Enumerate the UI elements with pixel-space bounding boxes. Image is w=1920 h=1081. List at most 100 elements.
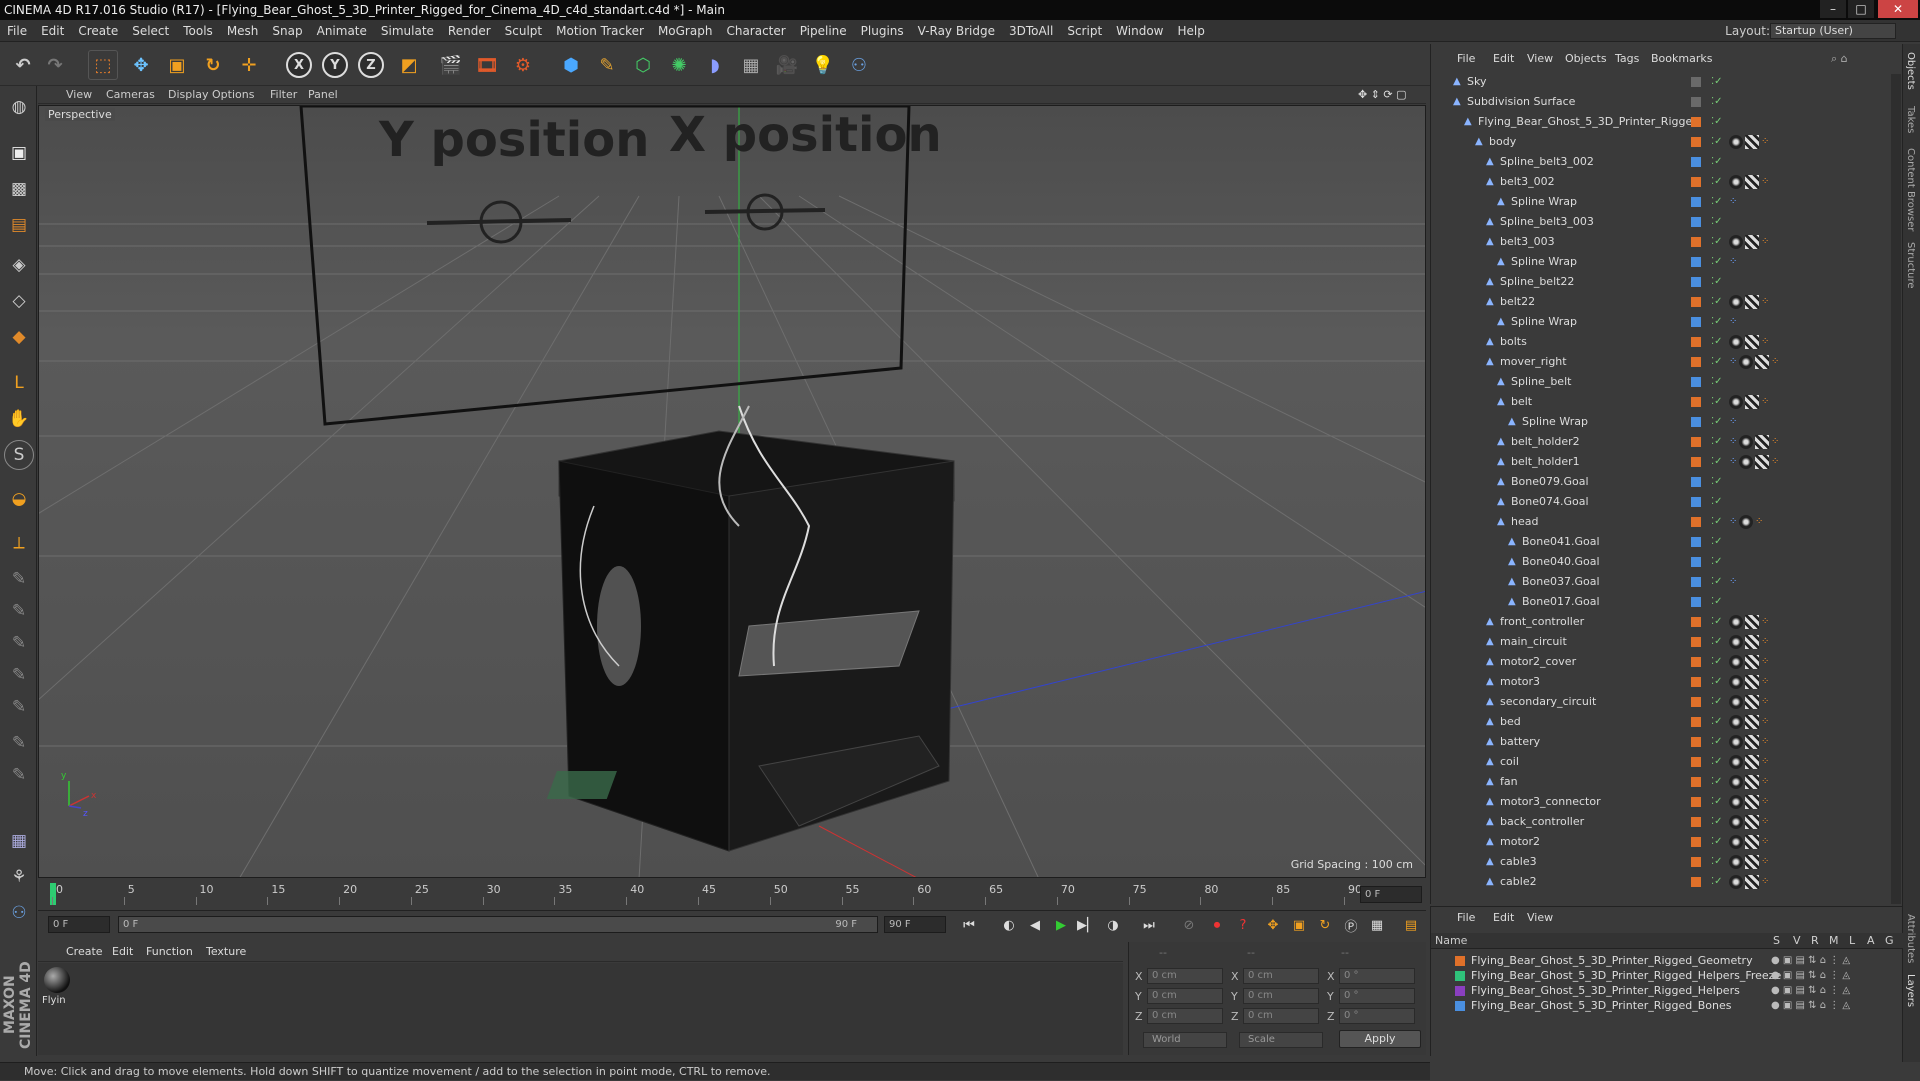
object-name[interactable]: Spline Wrap bbox=[1522, 412, 1588, 432]
selection-tag-icon[interactable] bbox=[1745, 835, 1759, 849]
redo-icon[interactable]: ↷ bbox=[40, 50, 70, 80]
selection-tag-icon[interactable] bbox=[1745, 235, 1759, 249]
object-row[interactable]: ▲ belt3_002 ⁚✓ ⁘ bbox=[1431, 172, 1891, 192]
pose-tag-icon[interactable]: ⁘ bbox=[1729, 457, 1739, 467]
undo-icon[interactable]: ↶ bbox=[8, 50, 38, 80]
sculpt-icon[interactable]: ⚘ bbox=[4, 862, 34, 892]
object-row[interactable]: ▲ Bone037.Goal ⁚✓ ⁘ bbox=[1431, 572, 1891, 592]
layer-color-swatch[interactable] bbox=[1691, 477, 1701, 487]
tab-attributes[interactable]: Attributes bbox=[1905, 914, 1916, 963]
pose-tag-icon[interactable]: ⁘ bbox=[1729, 357, 1739, 367]
object-row[interactable]: ▲ Spline_belt3_003 ⁚✓ bbox=[1431, 212, 1891, 232]
visibility-check-icon[interactable]: ⁚✓ bbox=[1711, 552, 1723, 572]
object-name[interactable]: Spline_belt3_002 bbox=[1500, 152, 1594, 172]
brush-icon-2[interactable]: ✎ bbox=[4, 596, 34, 626]
layer-color-swatch[interactable] bbox=[1691, 797, 1701, 807]
axis-mode-icon[interactable]: L bbox=[4, 368, 34, 398]
layer-color-swatch[interactable] bbox=[1691, 357, 1701, 367]
viewport-menu-options[interactable]: Options bbox=[212, 86, 254, 104]
size-z-field[interactable]: 0 cm bbox=[1243, 1008, 1319, 1024]
texture-tag-icon[interactable] bbox=[1729, 295, 1743, 309]
coordinate-system-icon[interactable]: ◩ bbox=[394, 50, 424, 80]
obj-menu-bookmarks[interactable]: Bookmarks bbox=[1651, 50, 1712, 68]
object-name[interactable]: belt3_003 bbox=[1500, 232, 1555, 252]
ik-tag-icon[interactable]: ⁘ bbox=[1761, 297, 1771, 307]
layer-row[interactable]: Flying_Bear_Ghost_5_3D_Printer_Rigged_Ge… bbox=[1431, 953, 1903, 968]
selection-tag-icon[interactable] bbox=[1745, 815, 1759, 829]
object-name[interactable]: bolts bbox=[1500, 332, 1527, 352]
pos-z-field[interactable]: 0 cm bbox=[1147, 1008, 1223, 1024]
object-name[interactable]: Spline_belt bbox=[1511, 372, 1571, 392]
visibility-check-icon[interactable]: ⁚✓ bbox=[1711, 792, 1723, 812]
object-name[interactable]: belt_holder1 bbox=[1511, 452, 1580, 472]
object-row[interactable]: ▲ belt_holder2 ⁚✓ ⁘ ⁘ bbox=[1431, 432, 1891, 452]
visibility-check-icon[interactable]: ⁚✓ bbox=[1711, 532, 1723, 552]
ik-tag-icon[interactable]: ⁘ bbox=[1761, 677, 1771, 687]
visibility-check-icon[interactable]: ⁚✓ bbox=[1711, 772, 1723, 792]
layer-name[interactable]: Flying_Bear_Ghost_5_3D_Printer_Rigged_He… bbox=[1471, 968, 1781, 983]
live-selection-icon[interactable]: ⬚ bbox=[88, 50, 118, 80]
visibility-check-icon[interactable]: ⁚✓ bbox=[1711, 312, 1723, 332]
layer-color-swatch[interactable] bbox=[1691, 437, 1701, 447]
object-row[interactable]: ▲ motor3 ⁚✓ ⁘ bbox=[1431, 672, 1891, 692]
visibility-check-icon[interactable]: ⁚✓ bbox=[1711, 652, 1723, 672]
key-move-icon[interactable]: ✥ bbox=[1262, 915, 1284, 935]
tab-takes[interactable]: Takes bbox=[1905, 106, 1916, 133]
render-picture-viewer-icon[interactable]: 🎞 bbox=[472, 50, 502, 80]
move-icon[interactable]: ✥ bbox=[126, 50, 156, 80]
menu-simulate[interactable]: Simulate bbox=[374, 20, 441, 42]
layer-row[interactable]: Flying_Bear_Ghost_5_3D_Printer_Rigged_Bo… bbox=[1431, 998, 1903, 1013]
texture-tag-icon[interactable] bbox=[1729, 715, 1743, 729]
object-row[interactable]: ▲ Spline_belt22 ⁚✓ bbox=[1431, 272, 1891, 292]
coord-transform-select[interactable]: Scale bbox=[1239, 1032, 1323, 1048]
ik-tag-icon[interactable]: ⁘ bbox=[1761, 877, 1771, 887]
ik-tag-icon[interactable]: ⁘ bbox=[1761, 657, 1771, 667]
object-name[interactable]: Bone079.Goal bbox=[1511, 472, 1589, 492]
start-frame-field[interactable]: 0 F bbox=[48, 916, 110, 933]
texture-tag-icon[interactable] bbox=[1729, 615, 1743, 629]
menu-window[interactable]: Window bbox=[1109, 20, 1170, 42]
object-row[interactable]: ▲ Sky ⁚✓ bbox=[1431, 72, 1891, 92]
layer-color-swatch[interactable] bbox=[1691, 837, 1701, 847]
visibility-check-icon[interactable]: ⁚✓ bbox=[1711, 112, 1723, 132]
texture-tag-icon[interactable] bbox=[1729, 635, 1743, 649]
layer-color-swatch[interactable] bbox=[1691, 697, 1701, 707]
coord-mode-select[interactable]: World bbox=[1143, 1032, 1227, 1048]
viewport-menu-panel[interactable]: Panel bbox=[308, 86, 338, 104]
viewport-menu-display[interactable]: Display bbox=[168, 86, 209, 104]
visibility-check-icon[interactable]: ⁚✓ bbox=[1711, 692, 1723, 712]
object-row[interactable]: ▲ Spline Wrap ⁚✓ ⁘ bbox=[1431, 252, 1891, 272]
y-axis-lock[interactable]: Y bbox=[322, 52, 348, 78]
obj-menu-objects[interactable]: Objects bbox=[1565, 50, 1607, 68]
layer-color-swatch[interactable] bbox=[1691, 557, 1701, 567]
layer-color-swatch[interactable] bbox=[1691, 337, 1701, 347]
object-scrollbar[interactable] bbox=[1891, 74, 1901, 904]
texture-tag-icon[interactable] bbox=[1729, 135, 1743, 149]
visibility-check-icon[interactable]: ⁚✓ bbox=[1711, 672, 1723, 692]
object-name[interactable]: cable2 bbox=[1500, 872, 1537, 892]
layer-color-swatch[interactable] bbox=[1691, 257, 1701, 267]
workplane-axis-icon[interactable]: ⟂ bbox=[4, 528, 34, 558]
3d-viewport[interactable]: Y position X position y x z Perspective bbox=[38, 105, 1426, 878]
object-row[interactable]: ▲ Subdivision Surface ⁚✓ bbox=[1431, 92, 1891, 112]
texture-tag-icon[interactable] bbox=[1729, 735, 1743, 749]
menu-sculpt[interactable]: Sculpt bbox=[498, 20, 549, 42]
visibility-check-icon[interactable]: ⁚✓ bbox=[1711, 752, 1723, 772]
visibility-check-icon[interactable]: ⁚✓ bbox=[1711, 192, 1723, 212]
layer-color-swatch[interactable] bbox=[1691, 417, 1701, 427]
magnet-icon[interactable]: ◒ bbox=[4, 484, 34, 514]
layer-color-swatch[interactable] bbox=[1691, 537, 1701, 547]
record-keys-icon[interactable]: ⊘ bbox=[1178, 915, 1200, 935]
selection-tag-icon[interactable] bbox=[1745, 335, 1759, 349]
goto-end-icon[interactable]: ⏭ bbox=[1138, 915, 1160, 935]
object-row[interactable]: ▲ main_circuit ⁚✓ ⁘ bbox=[1431, 632, 1891, 652]
ik-tag-icon[interactable]: ⁘ bbox=[1771, 357, 1781, 367]
mode-polygons-icon[interactable]: ◆ bbox=[4, 322, 34, 352]
tab-structure[interactable]: Structure bbox=[1905, 242, 1916, 289]
object-name[interactable]: Bone037.Goal bbox=[1522, 572, 1600, 592]
visibility-check-icon[interactable]: ⁚✓ bbox=[1711, 612, 1723, 632]
layer-color-swatch[interactable] bbox=[1691, 397, 1701, 407]
tab-layers[interactable]: Layers bbox=[1905, 974, 1916, 1007]
rotate-icon[interactable]: ↻ bbox=[198, 50, 228, 80]
keyframe-help-icon[interactable]: ? bbox=[1232, 915, 1254, 935]
